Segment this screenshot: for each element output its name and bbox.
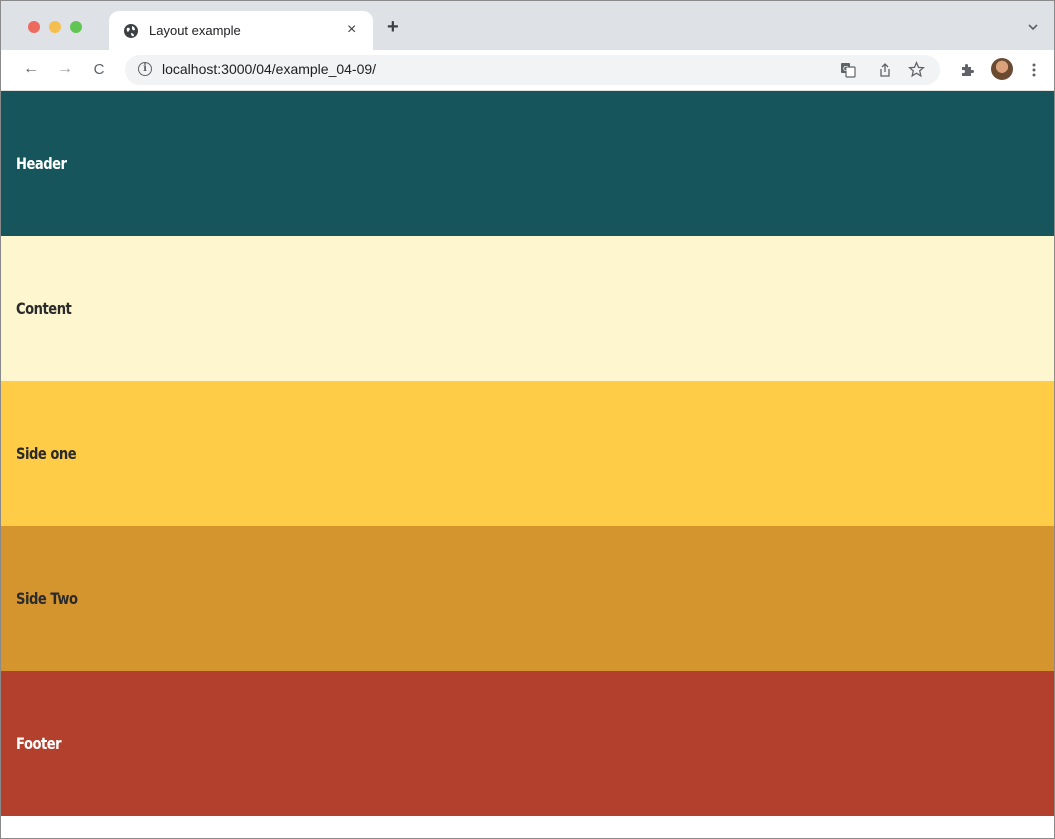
globe-icon [124, 24, 138, 38]
footer-section: Footer [1, 671, 1054, 816]
toolbar: ← → C i localhost:3000/04/example_04-09/… [1, 50, 1054, 91]
content-section: Content [1, 236, 1054, 381]
footer-label: Footer [16, 734, 62, 753]
maximize-window-button[interactable] [70, 21, 82, 33]
side-two-label: Side Two [16, 589, 78, 608]
header-label: Header [16, 154, 67, 173]
side-two-section: Side Two [1, 526, 1054, 671]
url-text[interactable]: localhost:3000/04/example_04-09/ [162, 61, 376, 77]
page-content: Header Content Side one Side Two Footer [1, 91, 1054, 838]
side-one-label: Side one [16, 444, 77, 463]
address-bar[interactable]: i localhost:3000/04/example_04-09/ G [125, 55, 940, 85]
browser-window: Layout example × + ← → C i localhost:300… [0, 0, 1055, 839]
tab-layout-example[interactable]: Layout example × [109, 11, 373, 50]
share-icon[interactable] [877, 62, 893, 78]
info-icon[interactable]: i [138, 62, 152, 76]
tab-title: Layout example [149, 23, 241, 38]
minimize-window-button[interactable] [49, 21, 61, 33]
tab-strip: Layout example × + [1, 1, 1054, 50]
forward-button[interactable]: → [55, 59, 75, 79]
svg-text:G: G [843, 65, 848, 73]
side-one-section: Side one [1, 381, 1054, 526]
url-path: :3000/04/example_04-09/ [217, 61, 377, 77]
reload-button[interactable]: C [89, 59, 109, 79]
close-window-button[interactable] [28, 21, 40, 33]
extensions-icon[interactable] [959, 62, 975, 78]
star-icon[interactable] [908, 61, 925, 78]
back-button[interactable]: ← [21, 59, 41, 79]
tab-close-icon[interactable]: × [347, 20, 356, 40]
header-section: Header [1, 91, 1054, 236]
avatar[interactable] [991, 58, 1013, 80]
new-tab-button[interactable]: + [387, 17, 399, 37]
menu-icon[interactable] [1031, 62, 1037, 78]
url-host: localhost [162, 61, 218, 77]
translate-icon[interactable]: G [840, 62, 856, 78]
content-label: Content [16, 299, 72, 318]
chevron-down-icon[interactable] [1026, 21, 1040, 33]
